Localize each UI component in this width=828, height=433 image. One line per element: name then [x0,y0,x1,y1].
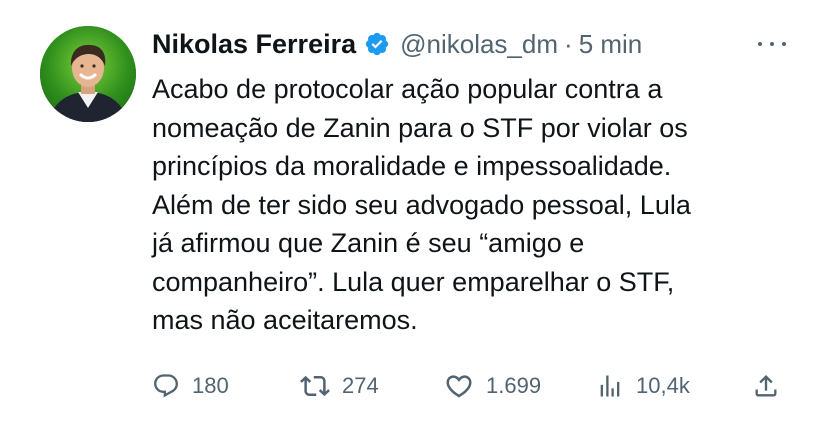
share-button[interactable] [752,368,780,404]
tweet-actions: 180 274 1.699 10,4k [152,368,788,404]
retweet-count: 274 [342,373,379,398]
author-name[interactable]: Nikolas Ferreira [152,29,356,60]
header-separator: · [564,28,573,59]
tweet-text-line: Além de ter sido seu advogado pessoal, L… [152,189,691,220]
tweet-header: Nikolas Ferreira @nikolas_dm · 5 min [152,26,788,62]
reply-button[interactable]: 180 [152,368,229,404]
verified-badge-icon [364,31,390,57]
more-horizontal-icon[interactable] [756,34,788,54]
heart-icon [446,375,472,398]
reply-icon [154,374,178,398]
share-icon [755,375,777,397]
tweet-text: Acabo de protocolar ação popular contra … [152,70,802,340]
tweet-text-line: companheiro”. Lula quer emparelhar o STF… [152,266,675,297]
views-icon [600,375,620,397]
like-button[interactable]: 1.699 [444,368,541,404]
tweet-timestamp[interactable]: 5 min [579,29,643,60]
retweet-icon [300,375,330,397]
author-handle[interactable]: @nikolas_dm [400,29,558,60]
views-count: 10,4k [636,373,690,398]
views-button[interactable]: 10,4k [596,368,690,404]
tweet-text-line: nomeação de Zanin para o STF por violar … [152,112,688,143]
tweet-text-line: princípios da moralidade e impessoalidad… [152,151,672,181]
avatar-image [40,26,136,122]
reply-count: 180 [192,373,229,398]
retweet-button[interactable]: 274 [300,368,379,404]
tweet-text-line: Acabo de protocolar ação popular contra … [152,74,663,104]
like-count: 1.699 [486,373,542,398]
avatar[interactable] [40,26,136,122]
tweet-text-line: já afirmou que Zanin é seu “amigo e [152,228,585,258]
tweet-text-line: mas não aceitaremos. [152,305,418,335]
